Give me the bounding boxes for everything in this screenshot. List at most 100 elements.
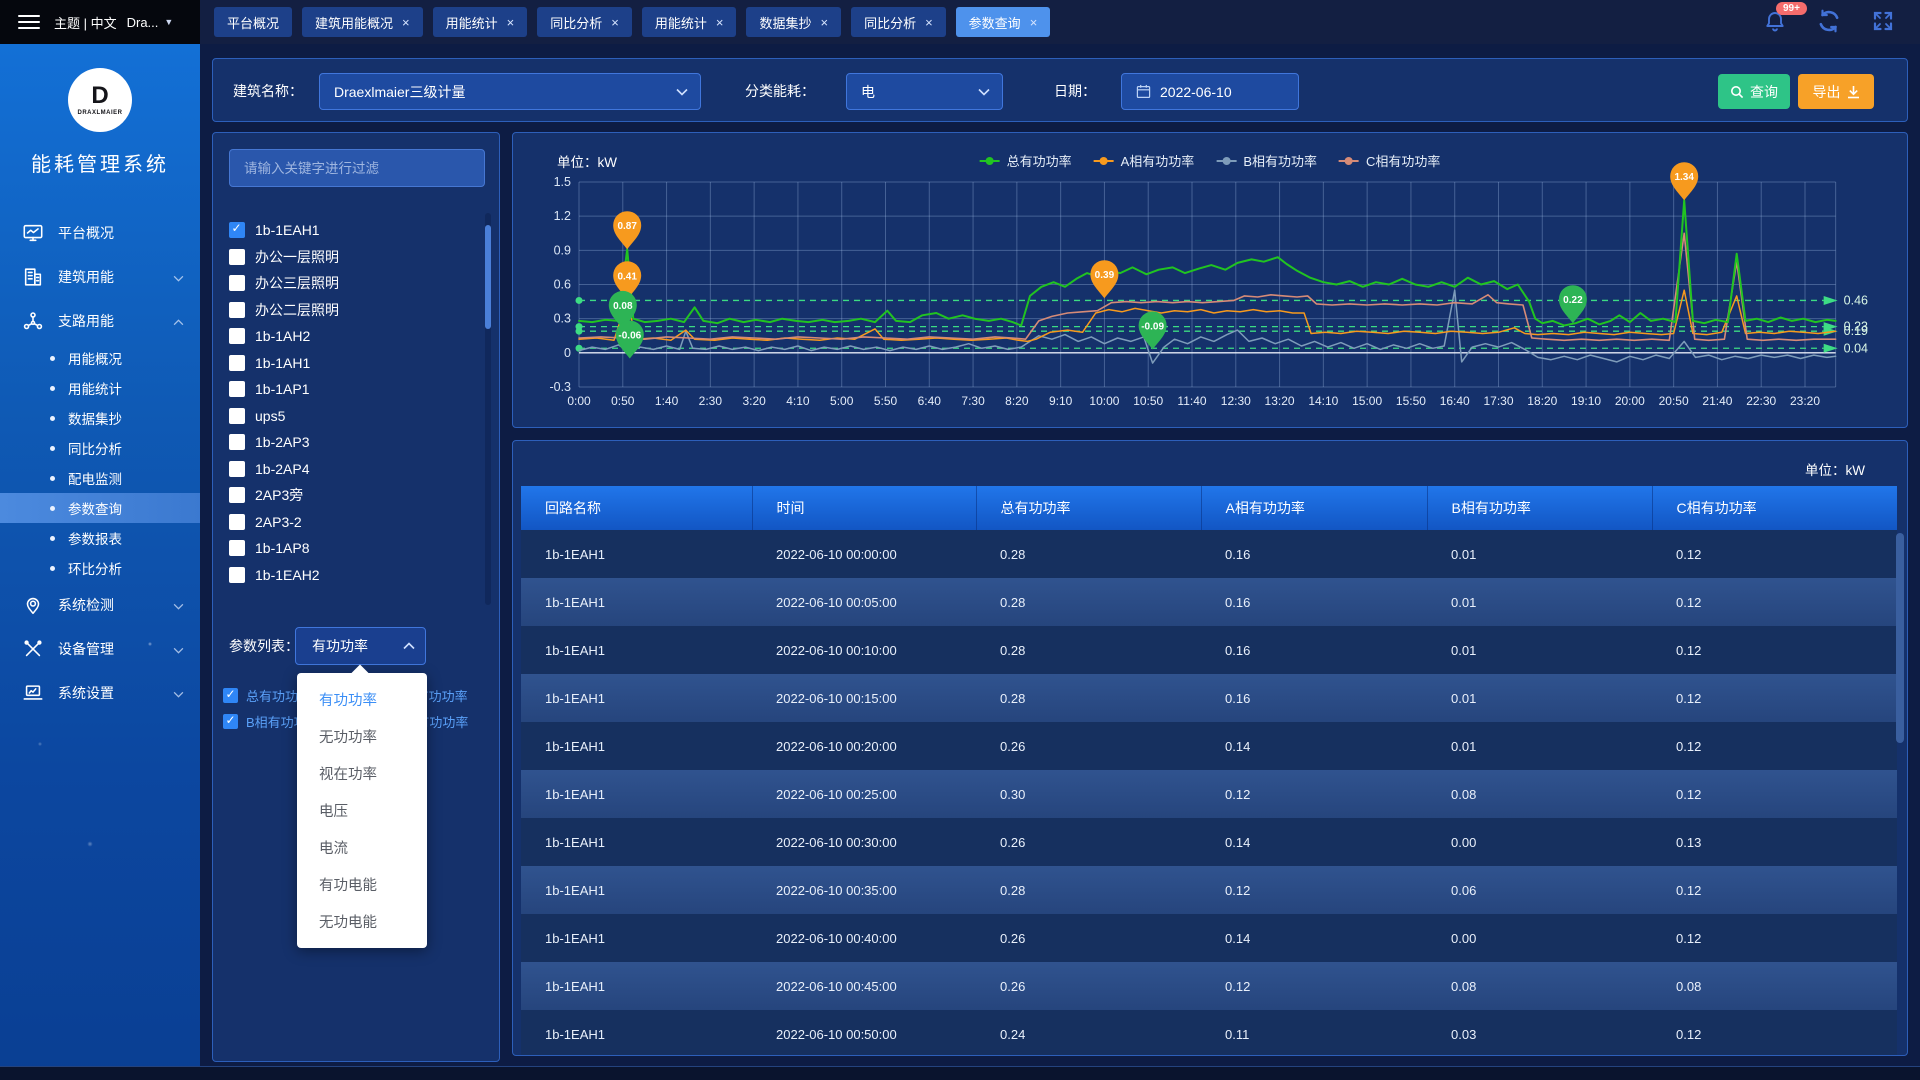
checkbox[interactable]	[229, 567, 245, 583]
checkbox[interactable]	[229, 461, 245, 477]
legend-item-C相有功功率[interactable]: C相有功功率	[1339, 151, 1440, 170]
pin-value-label: 0.08	[613, 301, 633, 312]
close-icon[interactable]: ×	[611, 16, 619, 29]
device-item-1b-1EAH1[interactable]: 1b-1EAH1	[229, 217, 481, 244]
checkbox[interactable]	[229, 222, 245, 238]
checkbox[interactable]	[229, 514, 245, 530]
hamburger-menu-icon[interactable]	[18, 15, 40, 29]
checkbox[interactable]	[229, 328, 245, 344]
tab-用能统计[interactable]: 用能统计×	[642, 7, 737, 37]
app-root: 主题 | 中文 Dra... ▼ 平台概况建筑用能概况×用能统计×同比分析×用能…	[0, 0, 1920, 1080]
tab-建筑用能概况[interactable]: 建筑用能概况×	[302, 7, 423, 37]
device-item-办公三层照明[interactable]: 办公三层照明	[229, 270, 481, 297]
sidebar-item-支路用能[interactable]: 支路用能	[0, 299, 200, 343]
x-axis-tick-label: 5:50	[874, 394, 898, 408]
legend-item-总有功功率[interactable]: 总有功功率	[980, 151, 1072, 170]
checkbox[interactable]	[229, 434, 245, 450]
dropdown-option-电压[interactable]: 电压	[297, 792, 427, 829]
close-icon[interactable]: ×	[1030, 16, 1038, 29]
energy-type-select[interactable]: 电	[846, 73, 1003, 110]
table-cell: 1b-1EAH1	[521, 626, 752, 674]
tab-同比分析[interactable]: 同比分析×	[851, 7, 946, 37]
device-item-1b-2AP3[interactable]: 1b-2AP3	[229, 429, 481, 456]
device-item-1b-1AP1[interactable]: 1b-1AP1	[229, 376, 481, 403]
x-axis-tick-label: 20:50	[1659, 394, 1689, 408]
device-list-scrollbar-thumb[interactable]	[485, 225, 491, 329]
sidebar-item-label: 支路用能	[58, 311, 114, 331]
fullscreen-icon[interactable]	[1868, 6, 1898, 36]
table-row: 1b-1EAH12022-06-10 00:45:000.260.120.080…	[521, 962, 1897, 1010]
device-item-1b-1AH2[interactable]: 1b-1AH2	[229, 323, 481, 350]
sidebar-subitem-用能概况[interactable]: 用能概况	[0, 343, 200, 373]
dropdown-option-无功电能[interactable]: 无功电能	[297, 903, 427, 940]
sidebar-subitem-配电监测[interactable]: 配电监测	[0, 463, 200, 493]
dropdown-option-有功电能[interactable]: 有功电能	[297, 866, 427, 903]
sidebar-subitem-同比分析[interactable]: 同比分析	[0, 433, 200, 463]
sidebar-subitem-环比分析[interactable]: 环比分析	[0, 553, 200, 583]
query-button[interactable]: 查询	[1718, 74, 1790, 109]
close-icon[interactable]: ×	[925, 16, 933, 29]
table-cell: 0.12	[1652, 530, 1897, 578]
device-item-1b-1AH1[interactable]: 1b-1AH1	[229, 350, 481, 377]
sidebar-subitem-参数查询[interactable]: 参数查询	[0, 493, 200, 523]
device-item-办公二层照明[interactable]: 办公二层照明	[229, 297, 481, 324]
checkbox[interactable]	[229, 302, 245, 318]
device-item-办公一层照明[interactable]: 办公一层照明	[229, 244, 481, 271]
checkbox[interactable]	[229, 355, 245, 371]
profile-menu[interactable]: Dra...	[127, 15, 159, 30]
sidebar-subitem-用能统计[interactable]: 用能统计	[0, 373, 200, 403]
search-input[interactable]	[229, 149, 485, 187]
device-item-1b-1AP8[interactable]: 1b-1AP8	[229, 535, 481, 562]
sidebar-item-建筑用能[interactable]: 建筑用能	[0, 255, 200, 299]
building-select[interactable]: Draexlmaier三级计量	[319, 73, 701, 110]
legend-item-A相有功功率[interactable]: A相有功功率	[1094, 151, 1195, 170]
checkbox[interactable]	[229, 540, 245, 556]
table-scrollbar-thumb[interactable]	[1896, 533, 1904, 743]
tab-同比分析[interactable]: 同比分析×	[537, 7, 632, 37]
dropdown-option-视在功率[interactable]: 视在功率	[297, 755, 427, 792]
device-item-2AP3旁[interactable]: 2AP3旁	[229, 482, 481, 509]
pin-value-label: 1.34	[1674, 172, 1694, 183]
bullet-icon	[50, 536, 55, 541]
device-item-2AP3-2[interactable]: 2AP3-2	[229, 509, 481, 536]
tab-数据集抄[interactable]: 数据集抄×	[746, 7, 841, 37]
checkbox[interactable]	[229, 381, 245, 397]
table-cell: 2022-06-10 00:45:00	[752, 962, 976, 1010]
pin-value-label: 0.39	[1095, 270, 1115, 281]
tab-平台概况[interactable]: 平台概况	[214, 7, 292, 37]
sidebar-item-系统检测[interactable]: 系统检测	[0, 583, 200, 627]
dropdown-option-电流[interactable]: 电流	[297, 829, 427, 866]
table-cell: 0.01	[1427, 722, 1652, 770]
sidebar-subitem-数据集抄[interactable]: 数据集抄	[0, 403, 200, 433]
sidebar-subitem-参数报表[interactable]: 参数报表	[0, 523, 200, 553]
export-button[interactable]: 导出	[1798, 74, 1874, 109]
close-icon[interactable]: ×	[820, 16, 828, 29]
checkbox[interactable]	[229, 487, 245, 503]
theme-language-switch[interactable]: 主题 | 中文	[54, 13, 117, 32]
refresh-icon[interactable]	[1814, 6, 1844, 36]
date-picker[interactable]: 2022-06-10	[1121, 73, 1299, 110]
tab-用能统计[interactable]: 用能统计×	[433, 7, 528, 37]
sidebar-item-系统设置[interactable]: 系统设置	[0, 671, 200, 715]
checkbox[interactable]	[223, 714, 238, 729]
dropdown-option-无功功率[interactable]: 无功功率	[297, 718, 427, 755]
tab-参数查询[interactable]: 参数查询×	[956, 7, 1051, 37]
device-item-1b-2AP4[interactable]: 1b-2AP4	[229, 456, 481, 483]
sidebar-item-平台概况[interactable]: 平台概况	[0, 211, 200, 255]
readings-table: 回路名称时间总有功功率A相有功功率B相有功功率C相有功功率 1b-1EAH120…	[521, 486, 1897, 1056]
legend-item-B相有功功率[interactable]: B相有功功率	[1216, 151, 1317, 170]
close-icon[interactable]: ×	[507, 16, 515, 29]
notifications-bell-icon[interactable]: 99+	[1760, 6, 1790, 36]
checkbox[interactable]	[229, 408, 245, 424]
close-icon[interactable]: ×	[716, 16, 724, 29]
close-icon[interactable]: ×	[402, 16, 410, 29]
checkbox[interactable]	[223, 688, 238, 703]
dropdown-option-有功功率[interactable]: 有功功率	[297, 681, 427, 718]
sidebar-item-设备管理[interactable]: 设备管理	[0, 627, 200, 671]
param-select[interactable]: 有功功率	[295, 627, 426, 665]
pin-value-label: 0.22	[1563, 295, 1583, 306]
device-item-1b-1EAH2[interactable]: 1b-1EAH2	[229, 562, 481, 589]
checkbox[interactable]	[229, 249, 245, 265]
device-item-ups5[interactable]: ups5	[229, 403, 481, 430]
checkbox[interactable]	[229, 275, 245, 291]
